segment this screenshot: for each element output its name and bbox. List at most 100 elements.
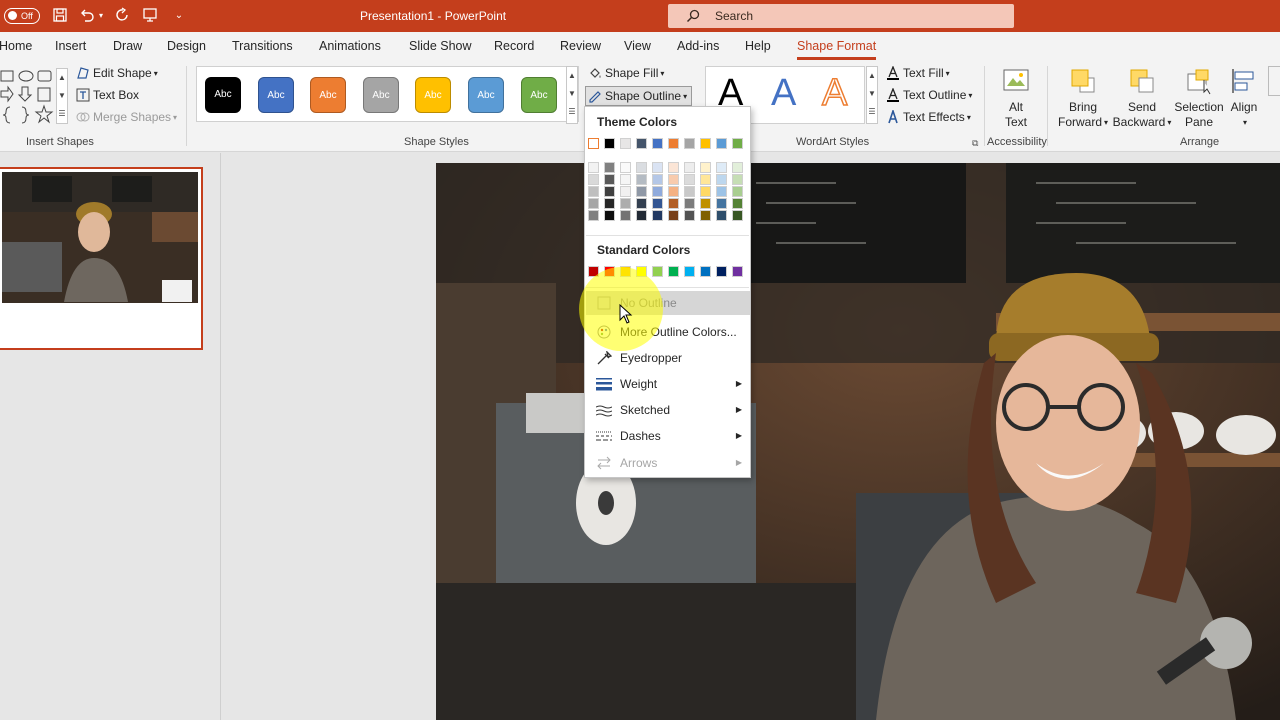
theme-color-shade-swatch[interactable] (652, 162, 663, 173)
save-icon[interactable] (51, 7, 69, 25)
wordart-style-blue[interactable]: A (771, 72, 796, 115)
text-box-button[interactable]: Text Box (76, 88, 139, 102)
theme-color-shade-swatch[interactable] (604, 198, 615, 209)
theme-color-shade-swatch[interactable] (588, 210, 599, 221)
theme-color-shade-swatch[interactable] (716, 198, 727, 209)
theme-color-shade-swatch[interactable] (652, 210, 663, 221)
merge-shapes-button[interactable]: Merge Shapes ▾ (76, 110, 177, 124)
theme-color-shade-swatch[interactable] (684, 174, 695, 185)
slide-thumbnail-1[interactable] (0, 167, 203, 350)
text-fill-button[interactable]: Text Fill ▾ (886, 66, 950, 80)
theme-color-swatch[interactable] (716, 138, 727, 149)
shape-style-green[interactable]: Abc (521, 77, 557, 113)
theme-color-shade-swatch[interactable] (604, 210, 615, 221)
slide-canvas[interactable] (436, 163, 1280, 720)
theme-color-shade-swatch[interactable] (652, 198, 663, 209)
theme-color-swatch[interactable] (652, 138, 663, 149)
shape-style-gray[interactable]: Abc (363, 77, 399, 113)
text-effects-button[interactable]: Text Effects ▾ (886, 110, 971, 124)
tab-transitions[interactable]: Transitions (232, 39, 293, 53)
theme-color-shade-swatch[interactable] (636, 162, 647, 173)
tab-slide-show[interactable]: Slide Show (409, 39, 472, 53)
theme-color-shade-swatch[interactable] (700, 174, 711, 185)
theme-color-shade-swatch[interactable] (668, 186, 679, 197)
tab-draw[interactable]: Draw (113, 39, 142, 53)
tab-review[interactable]: Review (560, 39, 601, 53)
theme-color-shade-swatch[interactable] (588, 198, 599, 209)
theme-color-shade-swatch[interactable] (620, 210, 631, 221)
theme-color-shade-swatch[interactable] (668, 198, 679, 209)
undo-icon[interactable] (78, 7, 96, 25)
theme-color-swatch[interactable] (732, 138, 743, 149)
tab-design[interactable]: Design (167, 39, 206, 53)
redo-icon[interactable] (114, 7, 132, 25)
theme-color-shade-swatch[interactable] (684, 162, 695, 173)
theme-color-shade-swatch[interactable] (604, 162, 615, 173)
bring-forward-button[interactable]: Bring Forward ▾ (1056, 66, 1110, 130)
shape-style-gold[interactable]: Abc (415, 77, 451, 113)
theme-color-shade-swatch[interactable] (636, 186, 647, 197)
tab-home[interactable]: Home (0, 39, 32, 53)
align-button[interactable]: Align ▾ (1228, 66, 1260, 130)
tab-view[interactable]: View (624, 39, 651, 53)
standard-color-swatch[interactable] (732, 266, 743, 277)
theme-color-swatch[interactable] (588, 138, 599, 149)
theme-color-shade-swatch[interactable] (716, 186, 727, 197)
theme-color-shade-swatch[interactable] (668, 210, 679, 221)
theme-color-shade-swatch[interactable] (604, 174, 615, 185)
tab-shape-format[interactable]: Shape Format (797, 39, 877, 60)
alt-text-button[interactable]: Alt Text (999, 66, 1033, 130)
theme-color-swatch[interactable] (604, 138, 615, 149)
tab-help[interactable]: Help (745, 39, 771, 53)
weight-item[interactable]: Weight ▶ (586, 372, 750, 396)
theme-color-shade-swatch[interactable] (620, 186, 631, 197)
standard-color-swatch[interactable] (684, 266, 695, 277)
shape-outline-button[interactable]: Shape Outline ▾ (585, 86, 693, 106)
tab-add-ins[interactable]: Add-ins (677, 39, 719, 53)
theme-color-shade-swatch[interactable] (668, 162, 679, 173)
theme-color-shade-swatch[interactable] (700, 162, 711, 173)
theme-color-shade-swatch[interactable] (620, 174, 631, 185)
group-objects-icon[interactable] (1268, 66, 1280, 96)
theme-color-shade-swatch[interactable] (588, 186, 599, 197)
shape-fill-button[interactable]: Shape Fill ▾ (588, 66, 664, 80)
shape-styles-scroll[interactable]: ▲ ▼ ☰ (566, 66, 578, 124)
sketched-item[interactable]: Sketched ▶ (586, 398, 750, 422)
theme-color-swatch[interactable] (684, 138, 695, 149)
theme-color-shade-swatch[interactable] (732, 162, 743, 173)
standard-color-swatch[interactable] (700, 266, 711, 277)
shape-style-orange[interactable]: Abc (310, 77, 346, 113)
theme-color-shade-swatch[interactable] (732, 198, 743, 209)
theme-color-shade-swatch[interactable] (700, 186, 711, 197)
undo-dropdown-icon[interactable]: ▾ (96, 7, 106, 25)
theme-color-shade-swatch[interactable] (620, 198, 631, 209)
start-slideshow-icon[interactable] (141, 7, 159, 25)
tab-animations[interactable]: Animations (319, 39, 381, 53)
shapes-gallery[interactable] (0, 68, 60, 128)
customize-toolbar-icon[interactable]: ⌄ (170, 7, 188, 25)
wordart-dialog-launcher-icon[interactable]: ⧉ (972, 138, 978, 149)
edit-shape-button[interactable]: Edit Shape ▾ (76, 66, 158, 80)
theme-color-shade-swatch[interactable] (636, 210, 647, 221)
theme-color-shade-swatch[interactable] (732, 174, 743, 185)
standard-color-swatch[interactable] (716, 266, 727, 277)
tab-insert[interactable]: Insert (55, 39, 86, 53)
standard-color-swatch[interactable] (652, 266, 663, 277)
dashes-item[interactable]: Dashes ▶ (586, 424, 750, 448)
theme-color-shade-swatch[interactable] (716, 162, 727, 173)
shape-style-black[interactable]: Abc (205, 77, 241, 113)
theme-color-shade-swatch[interactable] (732, 186, 743, 197)
theme-color-shade-swatch[interactable] (588, 174, 599, 185)
text-outline-button[interactable]: Text Outline ▾ (886, 88, 972, 102)
autosave-toggle[interactable]: Off (4, 8, 40, 24)
wordart-style-orange-outline[interactable]: A (821, 71, 848, 115)
theme-color-shade-swatch[interactable] (636, 174, 647, 185)
tab-record[interactable]: Record (494, 39, 534, 53)
theme-color-shade-swatch[interactable] (684, 186, 695, 197)
theme-color-swatch[interactable] (620, 138, 631, 149)
theme-color-shade-swatch[interactable] (620, 162, 631, 173)
send-backward-button[interactable]: Send Backward ▾ (1112, 66, 1172, 130)
theme-color-shade-swatch[interactable] (636, 198, 647, 209)
arrows-item[interactable]: Arrows ▶ (586, 451, 750, 475)
shapes-gallery-scroll[interactable]: ▲ ▼ ☰ (56, 68, 68, 124)
